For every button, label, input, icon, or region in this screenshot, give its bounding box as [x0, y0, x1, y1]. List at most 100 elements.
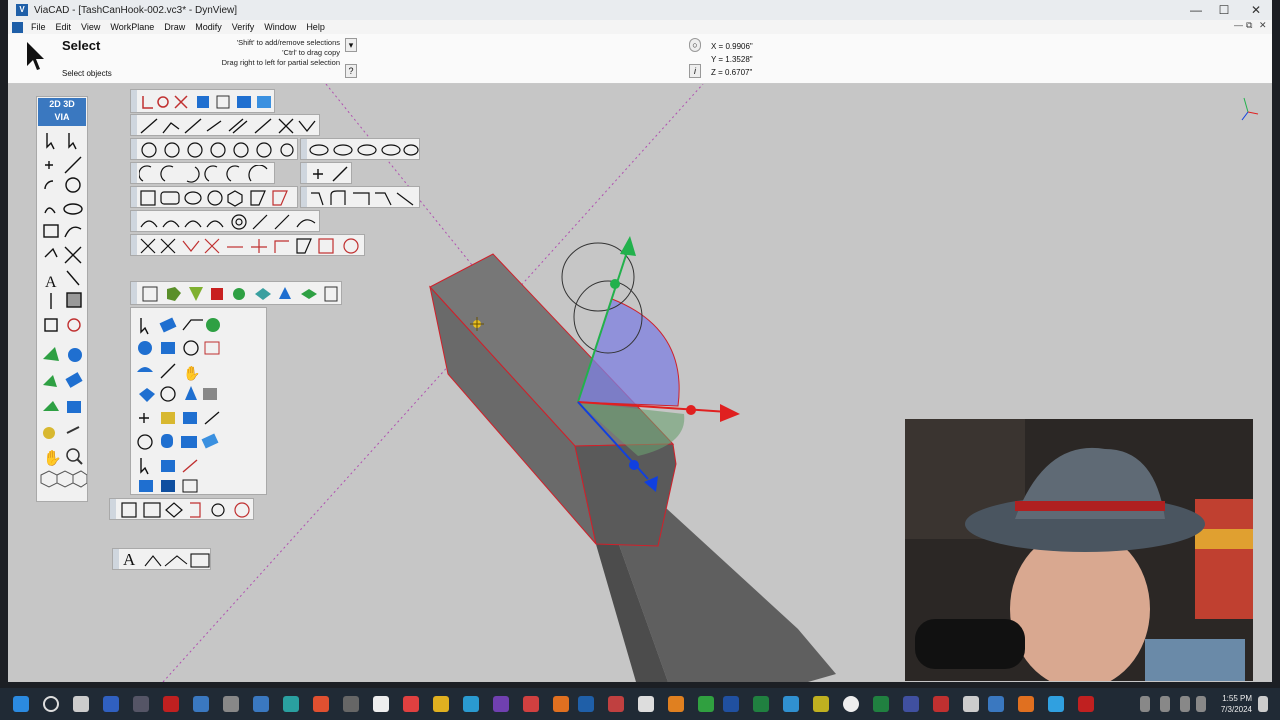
view-cube-icons [40, 470, 87, 488]
menu-workplane[interactable]: WorkPlane [105, 22, 159, 32]
arc-icons[interactable] [139, 165, 275, 183]
toolbar-grip[interactable] [301, 163, 307, 183]
microphone-icon[interactable] [1160, 696, 1170, 712]
info-button[interactable]: i [689, 64, 701, 78]
menu-help[interactable]: Help [301, 22, 330, 32]
app-icon[interactable] [813, 696, 829, 712]
menu-window[interactable]: Window [259, 22, 301, 32]
volume-icon[interactable] [1196, 696, 1206, 712]
visual-studio-icon[interactable] [493, 696, 509, 712]
toolbar-grip[interactable] [131, 163, 137, 183]
polygon-icons[interactable] [139, 189, 299, 207]
menu-draw[interactable]: Draw [159, 22, 190, 32]
app-icon[interactable] [523, 696, 539, 712]
label-3d[interactable]: 3D [63, 99, 75, 109]
tray-chevron-icon[interactable] [1140, 696, 1150, 712]
mdi-close-button[interactable]: ✕ [1259, 20, 1267, 31]
app-icon[interactable] [698, 696, 714, 712]
toolbar-grip[interactable] [131, 187, 137, 207]
start-icon[interactable] [13, 696, 29, 712]
toolbar-grip[interactable] [131, 139, 137, 159]
app-icon[interactable] [133, 696, 149, 712]
axis-x-handle [686, 405, 696, 415]
app-icon[interactable] [933, 696, 949, 712]
edit-icons[interactable] [139, 237, 365, 255]
toolbar-grip[interactable] [113, 549, 119, 569]
app-icon[interactable] [903, 696, 919, 712]
app-icon[interactable] [283, 696, 299, 712]
app-icon[interactable] [963, 696, 979, 712]
modify-icons[interactable] [120, 501, 254, 519]
tray-clock[interactable]: 1:55 PM 7/3/2024 [1212, 693, 1252, 715]
mdi-restore-button[interactable]: ⧉ [1246, 20, 1252, 31]
ellipse-icons[interactable] [309, 141, 419, 159]
snap-icons[interactable] [139, 92, 275, 112]
chrome-icon[interactable] [843, 696, 859, 712]
app-icon[interactable] [313, 696, 329, 712]
notification-icon[interactable] [1258, 696, 1268, 712]
edge-icon[interactable] [463, 696, 479, 712]
menu-edit[interactable]: Edit [51, 22, 77, 32]
app-icon[interactable] [608, 696, 624, 712]
solid-modeling-icons[interactable]: ✋ [135, 314, 265, 494]
point-icons[interactable] [309, 165, 351, 183]
app-icon[interactable] [343, 696, 359, 712]
menu-verify[interactable]: Verify [227, 22, 260, 32]
toolbar-grip[interactable] [301, 187, 307, 207]
help-button[interactable]: ? [345, 64, 357, 78]
app-icon[interactable] [753, 696, 769, 712]
circle-tool-icon [65, 177, 81, 193]
menu-modify[interactable]: Modify [190, 22, 227, 32]
task-view-icon[interactable] [73, 696, 89, 712]
left-palette-icons[interactable]: A ✋ [39, 129, 87, 499]
document-icon[interactable] [12, 21, 23, 33]
toolbar-grip[interactable] [131, 90, 137, 112]
solid-icons[interactable] [141, 285, 341, 303]
app-icon[interactable] [638, 696, 654, 712]
app-icon[interactable] [783, 696, 799, 712]
app-icon[interactable] [103, 696, 119, 712]
filter-button[interactable]: ▾ [345, 38, 357, 52]
search-icon[interactable] [43, 696, 59, 712]
app-icon[interactable] [223, 696, 239, 712]
toolbar-grip[interactable] [131, 282, 137, 304]
app-icon[interactable] [668, 696, 684, 712]
line-icons[interactable] [139, 117, 319, 135]
mdi-minimize-button[interactable]: — [1234, 20, 1243, 30]
app-icon[interactable] [373, 696, 389, 712]
viacad-icon[interactable] [578, 696, 594, 712]
network-icon[interactable] [1180, 696, 1190, 712]
menu-view[interactable]: View [76, 22, 105, 32]
app-icon[interactable] [988, 696, 1004, 712]
text-tool-label[interactable]: A [123, 550, 135, 570]
maximize-button[interactable]: ☐ [1208, 0, 1240, 20]
curve-icons[interactable] [139, 213, 319, 231]
line-toolbar [130, 114, 320, 136]
palette-mode-header[interactable]: 2D 3D VIA [38, 98, 86, 126]
app-icon[interactable] [253, 696, 269, 712]
text-tool-icons[interactable] [143, 552, 211, 568]
label-2d[interactable]: 2D [49, 99, 61, 109]
menu-file[interactable]: File [26, 22, 51, 32]
toolbar-grip[interactable] [301, 139, 307, 159]
hint-shift: 'Shift' to add/remove selections [236, 38, 340, 47]
close-button[interactable]: ✕ [1240, 0, 1272, 20]
app-icon[interactable] [403, 696, 419, 712]
app-icon[interactable] [163, 696, 179, 712]
app-icon[interactable] [1048, 696, 1064, 712]
circle-icons[interactable] [139, 141, 299, 159]
blender-icon[interactable] [553, 696, 569, 712]
file-explorer-icon[interactable] [433, 696, 449, 712]
app-icon[interactable] [1078, 696, 1094, 712]
fillet-icons[interactable] [309, 189, 419, 207]
toolbar-grip[interactable] [131, 235, 137, 255]
app-icon[interactable] [873, 696, 889, 712]
drawing-viewport[interactable]: 2D 3D VIA A ✋ ✋ A [8, 84, 1272, 682]
coord-toggle-icon[interactable]: ○ [689, 38, 701, 52]
toolbar-grip[interactable] [131, 211, 137, 231]
toolbar-grip[interactable] [131, 115, 137, 135]
app-icon[interactable] [1018, 696, 1034, 712]
app-icon[interactable] [193, 696, 209, 712]
app-icon[interactable] [723, 696, 739, 712]
toolbar-grip[interactable] [110, 499, 116, 519]
